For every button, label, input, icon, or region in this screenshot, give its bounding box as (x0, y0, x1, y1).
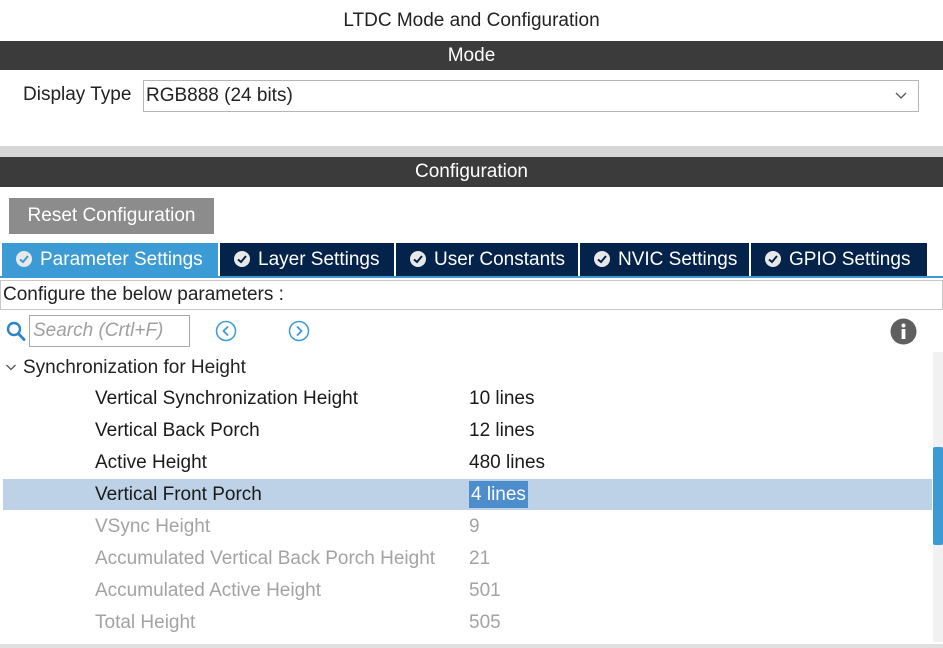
tab-layer-settings[interactable]: Layer Settings (220, 243, 394, 276)
param-value[interactable]: 10 lines (469, 383, 535, 414)
param-row-vertical-front-porch[interactable]: Vertical Front Porch 4 lines (3, 479, 932, 510)
chevron-down-icon (6, 364, 16, 371)
tab-gpio-settings[interactable]: GPIO Settings (751, 243, 927, 276)
param-value: 9 (469, 516, 480, 537)
param-value: 21 (469, 548, 491, 569)
search-input[interactable]: Search (Crtl+F) (29, 315, 190, 347)
param-name: VSync Height (95, 516, 211, 537)
param-name: Vertical Back Porch (95, 420, 260, 441)
param-value[interactable]: 4 lines (469, 481, 528, 508)
check-circle-icon (410, 251, 426, 267)
tab-underline (0, 276, 943, 278)
tab-label: User Constants (434, 249, 565, 270)
info-icon[interactable] (890, 318, 917, 345)
param-row-vertical-back-porch[interactable]: Vertical Back Porch 12 lines (3, 415, 932, 446)
param-value: 501 (469, 580, 501, 601)
param-value: 505 (469, 612, 501, 633)
param-name: Vertical Synchronization Height (95, 388, 358, 409)
param-value[interactable]: 480 lines (469, 447, 545, 478)
display-type-value: RGB888 (24 bits) (146, 85, 293, 106)
tab-label: NVIC Settings (618, 249, 738, 270)
nav-next-icon[interactable] (288, 320, 310, 342)
check-circle-icon (594, 251, 610, 267)
configure-instructions: Configure the below parameters : (0, 280, 943, 310)
mode-section-header: Mode (0, 41, 943, 70)
group-synchronization-for-height[interactable]: Synchronization for Height (5, 355, 246, 381)
tab-label: GPIO Settings (789, 249, 911, 270)
check-circle-icon (234, 251, 250, 267)
param-name: Accumulated Vertical Back Porch Height (95, 548, 436, 569)
param-row-vsync-height: VSync Height 9 (3, 511, 932, 542)
param-row-total-height: Total Height 505 (3, 607, 932, 638)
scrollbar-thumb[interactable] (933, 447, 943, 545)
display-type-label: Display Type (23, 84, 132, 105)
param-name: Active Height (95, 452, 207, 473)
param-name: Vertical Front Porch (95, 484, 262, 505)
configuration-section-header: Configuration (0, 157, 943, 187)
check-circle-icon (16, 251, 32, 267)
tab-label: Parameter Settings (40, 249, 203, 270)
tab-parameter-settings[interactable]: Parameter Settings (2, 243, 218, 276)
window-title: LTDC Mode and Configuration (343, 10, 600, 31)
tab-nvic-settings[interactable]: NVIC Settings (580, 243, 749, 276)
param-row-accumulated-vertical-back-porch-height: Accumulated Vertical Back Porch Height 2… (3, 543, 932, 574)
param-row-active-height[interactable]: Active Height 480 lines (3, 447, 932, 478)
param-name: Accumulated Active Height (95, 580, 322, 601)
check-circle-icon (765, 251, 781, 267)
param-row-vertical-synchronization-height[interactable]: Vertical Synchronization Height 10 lines (3, 383, 932, 414)
section-divider (0, 146, 943, 157)
group-title: Synchronization for Height (23, 357, 246, 378)
tab-label: Layer Settings (258, 249, 380, 270)
param-row-accumulated-active-height: Accumulated Active Height 501 (3, 575, 932, 606)
param-name: Total Height (95, 612, 196, 633)
chevron-down-icon (895, 92, 907, 99)
reset-configuration-button[interactable]: Reset Configuration (9, 198, 214, 234)
param-value[interactable]: 12 lines (469, 415, 535, 446)
bottom-border (0, 644, 943, 648)
search-icon[interactable] (6, 320, 26, 342)
tab-user-constants[interactable]: User Constants (396, 243, 578, 276)
settings-tabs: Parameter Settings Layer Settings User C… (0, 243, 943, 276)
nav-prev-icon[interactable] (215, 320, 237, 342)
display-type-select[interactable]: RGB888 (24 bits) (143, 80, 919, 112)
